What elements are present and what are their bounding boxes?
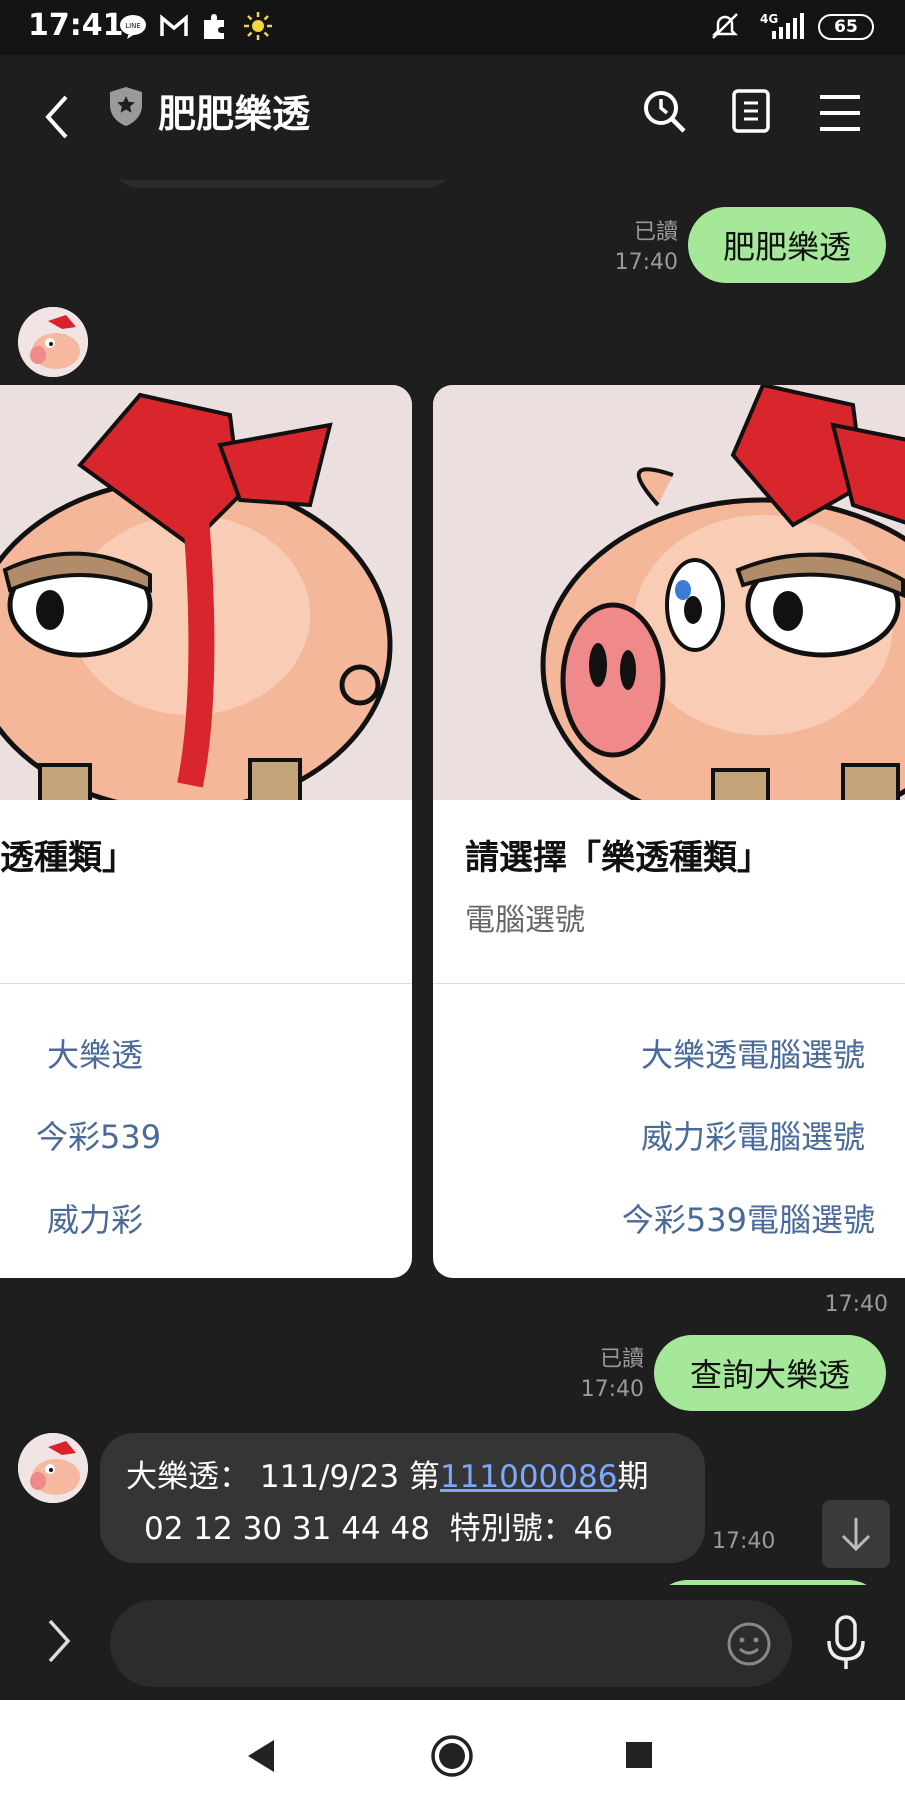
battery-level: 65 [834,17,858,37]
incoming-message[interactable]: 大樂透： 111/9/23 第111000086期 02 12 30 31 44… [100,1433,705,1563]
menu-button[interactable] [818,91,862,135]
search-button[interactable] [640,87,690,137]
read-receipt: 已讀 17:40 [580,1347,644,1402]
input-bar [0,1585,905,1700]
message-input[interactable] [110,1600,792,1687]
emoji-button[interactable] [726,1621,772,1667]
card-divider [433,983,905,984]
chevron-left-icon [45,95,68,139]
svg-text:LINE: LINE [125,22,141,30]
card-action-button[interactable]: 大樂透電腦選號 [641,1030,865,1076]
voice-button[interactable] [824,1613,868,1673]
chat-title: 肥肥樂透 [158,92,311,136]
nav-back-button[interactable] [244,1736,278,1776]
card-subtitle: 電腦選號 [465,903,585,938]
read-receipt: 已讀 17:40 [614,220,678,275]
pig-illustration-icon [0,385,412,800]
sun-icon [242,10,274,42]
status-bar: 17:41 LINE 4G 65 [0,0,905,55]
notes-button[interactable] [730,87,774,137]
card-image [433,385,905,800]
previous-message-edge [110,180,455,188]
chevron-right-icon [48,1619,71,1663]
system-nav-bar [0,1700,905,1810]
signal-icon [768,10,808,42]
outgoing-message[interactable]: 查詢大樂透 [654,1335,886,1411]
message-text: 肥肥樂透 [722,228,851,266]
message-text: 查詢大樂透 [689,1356,850,1394]
arrow-down-icon [841,1518,871,1552]
status-time: 17:41 [28,8,124,43]
mute-icon [708,10,742,42]
menu-icon [820,95,860,131]
scroll-to-bottom-button[interactable] [822,1500,890,1568]
card-image [0,385,412,800]
expand-button[interactable] [40,1613,76,1669]
card-divider [0,983,412,984]
chat-messages[interactable]: 已讀 17:40 肥肥樂透 透種類」 大樂透 今彩539 威力彩 請選擇「樂透種… [0,180,905,1585]
search-icon [644,91,686,133]
battery-icon: 65 [818,14,874,40]
card-action-button[interactable]: 大樂透 [47,1030,143,1076]
outgoing-message[interactable]: 肥肥樂透 [688,207,886,283]
card-action-button[interactable]: 威力彩 [47,1195,143,1241]
smiley-icon [727,1622,771,1666]
back-button[interactable] [38,93,78,141]
nav-recents-button[interactable] [624,1740,654,1770]
message-line-1: 大樂透： 111/9/23 第111000086期 [126,1459,649,1495]
puzzle-icon [200,10,230,42]
card-action-button[interactable]: 今彩539電腦選號 [622,1195,875,1241]
pig-avatar-icon [18,307,88,377]
chat-header: 肥肥樂透 [0,55,905,180]
carousel-card-left[interactable]: 透種類」 大樂透 今彩539 威力彩 [0,385,412,1278]
microphone-icon [827,1615,865,1669]
home-circle-icon [431,1735,473,1777]
message-time: 17:40 [712,1529,776,1554]
pig-illustration-icon [433,385,905,800]
shield-icon [108,85,144,127]
pig-avatar-icon [18,1433,88,1503]
message-line-2: 02 12 30 31 44 48 特別號：46 [144,1511,614,1547]
card-action-button[interactable]: 今彩539 [36,1112,161,1158]
card-title: 透種類」 [0,838,136,878]
triangle-back-icon [248,1740,274,1772]
bot-avatar[interactable] [18,307,88,377]
draw-number-link[interactable]: 111000086 [440,1459,618,1495]
card-title: 請選擇「樂透種類」 [465,838,771,878]
carousel-card-right[interactable]: 請選擇「樂透種類」 電腦選號 大樂透電腦選號 威力彩電腦選號 今彩539電腦選號 [433,385,905,1278]
message-time: 17:40 [824,1292,888,1317]
square-recents-icon [626,1742,652,1768]
bot-avatar[interactable] [18,1433,88,1503]
nav-home-button[interactable] [430,1734,474,1778]
notes-icon [732,89,770,133]
gmail-icon [158,10,190,42]
card-action-button[interactable]: 威力彩電腦選號 [641,1112,865,1158]
line-icon: LINE [118,10,148,42]
